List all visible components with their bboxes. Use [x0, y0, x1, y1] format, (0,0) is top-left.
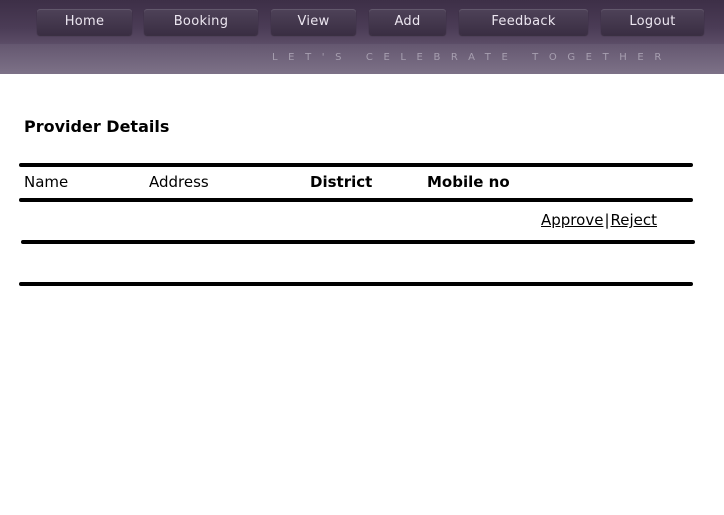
header-bottom-rule [19, 198, 693, 202]
row-bottom-rule [21, 240, 695, 244]
column-header-address: Address [149, 173, 209, 191]
nav-add-button[interactable]: Add [369, 9, 446, 35]
table-bottom-rule [19, 282, 693, 286]
action-separator: | [604, 211, 610, 229]
row-actions: Approve|Reject [541, 211, 657, 229]
nav-feedback-button[interactable]: Feedback [459, 9, 588, 35]
nav-view-button[interactable]: View [271, 9, 356, 35]
column-header-name: Name [24, 173, 69, 191]
nav-home-button[interactable]: Home [37, 9, 132, 35]
nav-booking-button[interactable]: Booking [144, 9, 258, 35]
page-title: Provider Details [24, 117, 170, 136]
approve-link[interactable]: Approve [541, 211, 603, 229]
site-tagline: LET'S CELEBRATE TOGETHER [272, 52, 672, 63]
main-nav: Home Booking View Add Feedback Logout [0, 9, 724, 36]
reject-link[interactable]: Reject [611, 211, 658, 229]
column-header-mobile: Mobile no [427, 173, 510, 191]
nav-logout-button[interactable]: Logout [601, 9, 704, 35]
table-top-rule [19, 163, 693, 167]
column-header-district: District [310, 173, 373, 191]
site-header: Home Booking View Add Feedback Logout LE… [0, 0, 724, 74]
